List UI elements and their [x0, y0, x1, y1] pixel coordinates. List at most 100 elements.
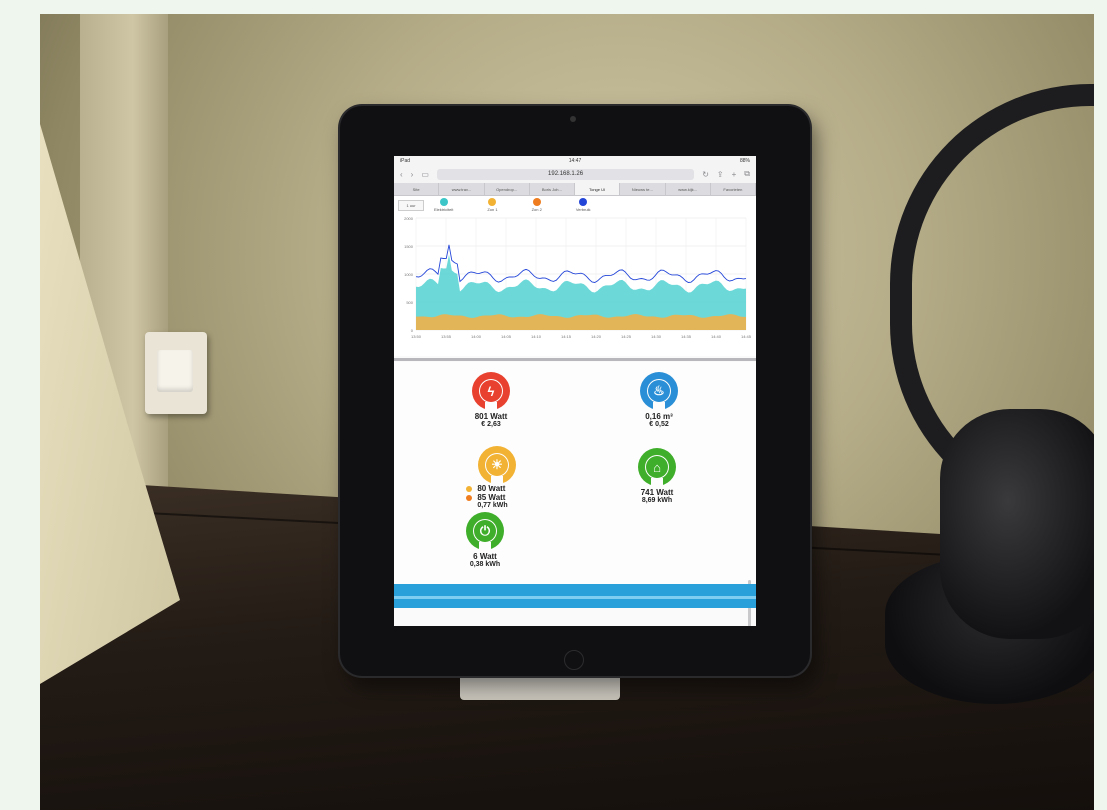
solar2-dot	[466, 494, 473, 501]
lightning-icon: ϟ	[480, 380, 502, 402]
status-device: iPad	[400, 157, 411, 164]
tile-solar[interactable]: ☀ 80 Watt 85 Watt 0,77 kWh	[458, 446, 516, 510]
browser-tab[interactable]: Opendrop...	[485, 183, 530, 195]
browser-tab[interactable]: Tonge UI	[575, 183, 621, 195]
gauge-gap	[479, 542, 491, 552]
tile-house[interactable]: ⌂ 741 Watt 8,69 kWh	[638, 448, 676, 505]
legend-dot	[579, 198, 588, 206]
energy-chart: 1 uur Elektriciteit Zon 1 Zon 2 Verbruik 20…	[394, 196, 756, 356]
y-tick-label: 0	[411, 328, 414, 333]
ev-plug-icon: ⏻	[474, 520, 496, 542]
ipad-device: iPad 14:47 88% ‹ › ▭ 192.168.1.26 ↻ ⇪ + …	[340, 106, 810, 676]
home-button[interactable]	[564, 650, 584, 670]
legend-dot	[532, 198, 541, 206]
energy-tiles: ϟ 801 Watt € 2,63 ♨ 0,16 m³ € 0,52 ☀ 80 …	[394, 362, 756, 626]
gauge-gap	[485, 402, 497, 412]
x-tick-label: 14:15	[561, 334, 572, 339]
legend-dot	[488, 198, 497, 206]
status-bar: iPad 14:47 88%	[394, 156, 756, 165]
house-watt: 741 Watt	[640, 488, 674, 497]
x-tick-label: 14:05	[501, 334, 512, 339]
y-tick-label: 500	[406, 300, 413, 305]
bookmarks-icon[interactable]: ▭	[421, 170, 429, 179]
x-tick-label: 14:25	[621, 334, 632, 339]
camera-icon	[570, 116, 576, 122]
legend-item[interactable]: Zon 1	[487, 198, 498, 212]
sun-icon: ☀	[486, 454, 508, 476]
browser-tab[interactable]: Favorieten	[711, 183, 756, 195]
tile-gas[interactable]: ♨ 0,16 m³ € 0,52	[640, 372, 678, 429]
legend-dot	[439, 198, 448, 206]
bottom-strip	[394, 596, 756, 599]
legend-item[interactable]: Elektriciteit	[434, 198, 453, 212]
new-tab-icon[interactable]: +	[732, 170, 737, 179]
gas-gauge: ♨	[640, 372, 678, 412]
x-tick-label: 14:00	[471, 334, 482, 339]
gas-cost: € 0,52	[649, 421, 669, 428]
house-kwh: 8,69 kWh	[641, 497, 673, 504]
x-tick-label: 14:40	[711, 334, 722, 339]
solar2-watt: 85 Watt	[477, 493, 506, 502]
headphones-earcup	[940, 409, 1094, 639]
solar-values: 80 Watt 85 Watt 0,77 kWh	[466, 484, 508, 510]
y-tick-label: 1000	[404, 272, 414, 277]
x-tick-label: 13:55	[441, 334, 452, 339]
car-kwh: 0,38 kWh	[469, 561, 501, 568]
chart-legend: Elektriciteit Zon 1 Zon 2 Verbruik	[434, 198, 591, 212]
tab-bar: Site www.trav... Opendrop... Boris Joh... To…	[394, 183, 756, 196]
forward-icon[interactable]: ›	[411, 170, 414, 179]
solar1-dot	[466, 485, 473, 492]
photo-scene: iPad 14:47 88% ‹ › ▭ 192.168.1.26 ↻ ⇪ + …	[40, 14, 1094, 810]
gauge-gap	[651, 478, 663, 488]
solar-kwh: 0,77 kWh	[477, 502, 508, 509]
solar-gauge: ☀	[478, 446, 516, 486]
back-icon[interactable]: ‹	[400, 170, 403, 179]
x-tick-label: 14:20	[591, 334, 602, 339]
gauge-gap	[491, 476, 503, 486]
time-range-label: 1 uur	[406, 203, 416, 208]
legend-item[interactable]: Verbruik	[576, 198, 591, 212]
y-tick-label: 2000	[404, 216, 414, 221]
electricity-watt: 801 Watt	[474, 412, 508, 421]
legend-label: Verbruik	[575, 207, 591, 212]
y-tick-label: 1500	[404, 244, 414, 249]
ipad-screen: iPad 14:47 88% ‹ › ▭ 192.168.1.26 ↻ ⇪ + …	[394, 156, 756, 626]
browser-tab[interactable]: Site	[394, 183, 440, 195]
legend-label: Elektriciteit	[434, 207, 454, 212]
electricity-cost: € 2,63	[481, 421, 501, 428]
x-tick-label: 14:35	[681, 334, 692, 339]
switch-rocker	[157, 350, 193, 392]
url-text: 192.168.1.26	[548, 171, 584, 177]
browser-tab[interactable]: Nieuws te...	[620, 183, 666, 195]
car-watt: 6 Watt	[473, 552, 497, 561]
house-gauge: ⌂	[638, 448, 676, 488]
flame-icon: ♨	[648, 380, 670, 402]
tabs-icon[interactable]: ⧉	[744, 169, 750, 179]
browser-toolbar: ‹ › ▭ 192.168.1.26 ↻ ⇪ + ⧉	[394, 165, 756, 183]
browser-tab[interactable]: Boris Joh...	[530, 183, 575, 195]
share-icon[interactable]: ⇪	[717, 170, 724, 179]
legend-label: Zon 2	[531, 207, 542, 212]
address-bar[interactable]: 192.168.1.26	[436, 168, 695, 180]
gauge-gap	[653, 402, 665, 412]
gas-volume: 0,16 m³	[645, 412, 673, 421]
tile-electricity[interactable]: ϟ 801 Watt € 2,63	[472, 372, 510, 429]
solar-row-2: 85 Watt	[466, 493, 505, 502]
house-icon: ⌂	[646, 456, 668, 478]
x-tick-label: 14:30	[651, 334, 662, 339]
x-tick-label: 14:45	[741, 334, 752, 339]
status-battery: 88%	[739, 157, 750, 164]
electricity-gauge: ϟ	[472, 372, 510, 412]
browser-tab[interactable]: www.trav...	[439, 183, 485, 195]
browser-tab[interactable]: www.kijk...	[666, 183, 711, 195]
status-time: 14:47	[568, 157, 582, 164]
legend-item[interactable]: Zon 2	[532, 198, 542, 212]
tile-car[interactable]: ⏻ 6 Watt 0,38 kWh	[466, 512, 504, 569]
wall-light-switch	[145, 332, 207, 414]
reload-icon[interactable]: ↻	[702, 170, 709, 179]
legend-label: Zon 1	[487, 207, 498, 212]
split-divider[interactable]	[394, 358, 756, 361]
time-range-select[interactable]: 1 uur	[398, 200, 424, 211]
car-gauge: ⏻	[466, 512, 504, 552]
x-tick-label: 14:10	[531, 334, 542, 339]
